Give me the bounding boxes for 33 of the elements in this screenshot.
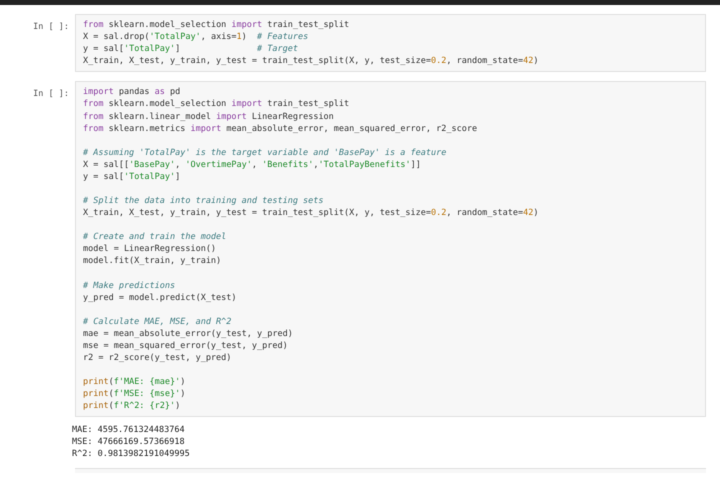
code-line: from sklearn.model_selection import train_test_split [83,98,350,111]
code-line: y = sal['TotalPay'] # Target [83,43,299,56]
code-line: model.fit(X_train, y_train) [83,255,222,268]
code-line: from sklearn.model_selection import train_test_split [83,19,350,32]
code-line: model = LinearRegression() [83,243,218,256]
code-line: # Calculate MAE, MSE, and R^2 [83,316,232,328]
code-cell[interactable] [75,468,706,474]
code-line: X_train, X_test, y_train, y_test = train_test_split(X, y, test_size=0.2, random_state=42) [83,207,540,220]
code-line: # Assuming 'TotalPay' is the target variable and 'BasePay' is a feature [83,146,448,159]
code-line: print(f'R^2: {r2}') [83,400,182,412]
code-line: print(f'MSE: {mse}') [83,388,186,400]
code-line: # Split the data into training and testing sets [83,195,325,208]
code-line: X_train, X_test, y_train, y_test = train_test_split(X, y, test_size=0.2, random_state=42) [83,55,540,68]
code-line: r2 = r2_score(y_test, y_pred) [83,352,232,364]
code-line: import pandas as pd [83,86,182,98]
code-line: mae = mean_absolute_error(y_test, y_pred) [83,328,294,340]
code-cell[interactable] [75,81,706,418]
code-line: from sklearn.metrics import mean_absolute_error, mean_squared_error, r2_score [83,122,478,135]
output-line: R^2: 0.9813982191049995 [72,448,191,460]
code-line: # Make predictions [83,280,176,292]
code-line: X = sal.drop('TotalPay', axis=1) # Features [83,31,310,44]
code-line: # Create and train the model [83,231,228,244]
cell-prompt: In [ ]: [32,21,70,32]
code-cell[interactable] [75,14,706,72]
code-line: y = sal['TotalPay'] [83,170,182,184]
output-line: MAE: 4595.761324483764 [72,424,186,436]
code-line: print(f'MAE: {mae}') [83,376,186,388]
code-line: from sklearn.linear_model import LinearRegression [83,110,335,123]
cell-prompt: In [ ]: [32,88,70,100]
code-line: y_pred = model.predict(X_test) [83,292,238,304]
output-line: MSE: 47666169.57366918 [72,436,186,448]
code-line: X = sal[['BasePay', 'OvertimePay', 'Benefits','TotalPayBenefits']] [83,158,422,171]
code-line: mse = mean_squared_error(y_test, y_pred) [83,340,289,352]
